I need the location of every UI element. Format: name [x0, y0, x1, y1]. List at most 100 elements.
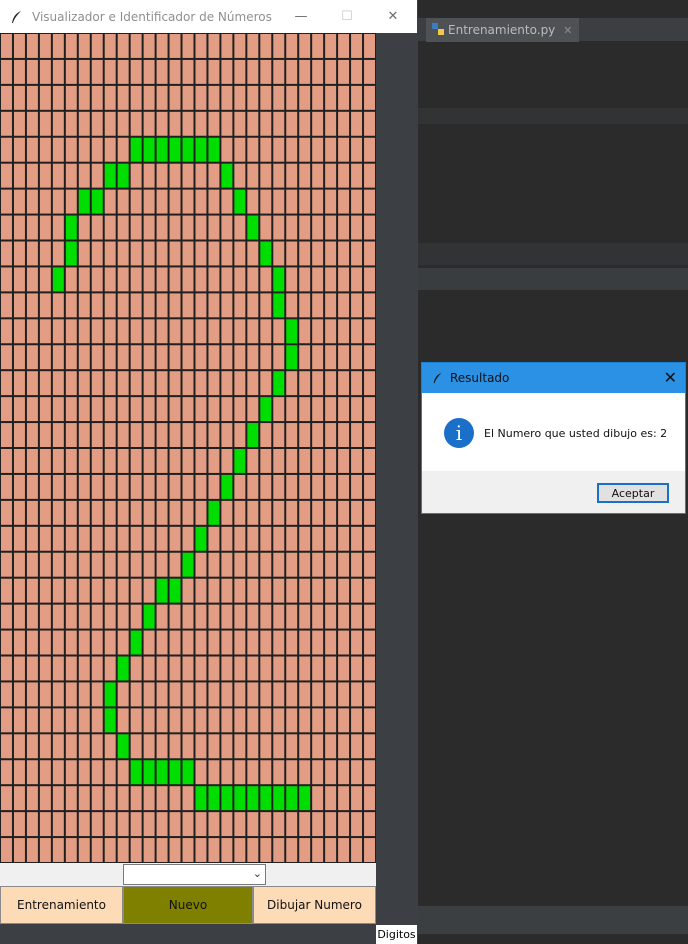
grid-cell[interactable] [247, 526, 259, 551]
grid-cell[interactable] [260, 552, 272, 577]
grid-cell[interactable] [247, 163, 259, 188]
drawing-grid[interactable] [0, 33, 376, 863]
grid-cell[interactable] [39, 345, 51, 370]
grid-cell[interactable] [234, 760, 246, 785]
grid-cell[interactable] [338, 526, 350, 551]
grid-cell[interactable] [78, 474, 90, 499]
grid-cell[interactable] [39, 734, 51, 759]
grid-cell[interactable] [130, 734, 142, 759]
grid-cell[interactable] [351, 189, 363, 214]
grid-cell[interactable] [221, 838, 233, 862]
grid-cell[interactable] [104, 604, 116, 629]
grid-cell[interactable] [39, 604, 51, 629]
grid-cell[interactable] [169, 838, 181, 862]
grid-cell[interactable] [299, 838, 311, 862]
grid-cell[interactable] [65, 656, 77, 681]
grid-cell[interactable] [143, 267, 155, 292]
grid-cell[interactable] [273, 552, 285, 577]
grid-cell[interactable] [13, 656, 25, 681]
grid-cell[interactable] [13, 423, 25, 447]
grid-cell[interactable] [195, 604, 207, 629]
grid-cell[interactable] [221, 708, 233, 733]
grid-cell[interactable] [52, 371, 64, 396]
grid-cell[interactable] [234, 604, 246, 629]
grid-cell-on[interactable] [208, 500, 220, 525]
grid-cell[interactable] [286, 423, 298, 447]
grid-cell[interactable] [299, 630, 311, 655]
grid-cell[interactable] [195, 163, 207, 188]
grid-cell[interactable] [351, 137, 363, 162]
grid-cell[interactable] [52, 241, 64, 266]
grid-cell[interactable] [221, 319, 233, 344]
grid-cell[interactable] [130, 786, 142, 811]
grid-cell[interactable] [208, 656, 220, 681]
grid-cell[interactable] [247, 552, 259, 577]
grid-cell[interactable] [39, 500, 51, 525]
grid-cell[interactable] [1, 812, 12, 837]
grid-cell[interactable] [39, 449, 51, 473]
grid-cell[interactable] [182, 371, 194, 396]
grid-cell[interactable] [234, 734, 246, 759]
grid-cell[interactable] [286, 293, 298, 318]
grid-cell[interactable] [182, 163, 194, 188]
grid-cell[interactable] [221, 397, 233, 422]
grid-cell[interactable] [65, 423, 77, 447]
grid-cell[interactable] [117, 345, 129, 370]
grid-cell-on[interactable] [221, 163, 233, 188]
grid-cell[interactable] [208, 760, 220, 785]
grid-cell-on[interactable] [104, 682, 116, 707]
grid-cell[interactable] [338, 215, 350, 240]
grid-cell[interactable] [221, 293, 233, 318]
grid-cell[interactable] [104, 838, 116, 862]
grid-cell-on[interactable] [117, 734, 129, 759]
grid-cell[interactable] [234, 500, 246, 525]
grid-cell[interactable] [247, 500, 259, 525]
grid-cell[interactable] [195, 656, 207, 681]
grid-cell[interactable] [299, 371, 311, 396]
grid-cell[interactable] [299, 163, 311, 188]
grid-cell[interactable] [260, 682, 272, 707]
grid-cell[interactable] [273, 345, 285, 370]
grid-cell[interactable] [247, 449, 259, 473]
grid-cell[interactable] [169, 708, 181, 733]
draw-number-button[interactable]: Dibujar Numero [253, 886, 376, 924]
grid-cell[interactable] [117, 293, 129, 318]
grid-cell[interactable] [208, 682, 220, 707]
grid-cell[interactable] [117, 371, 129, 396]
grid-cell[interactable] [364, 137, 375, 162]
grid-cell[interactable] [351, 682, 363, 707]
grid-cell[interactable] [195, 838, 207, 862]
grid-cell[interactable] [143, 397, 155, 422]
grid-cell[interactable] [143, 656, 155, 681]
grid-cell[interactable] [208, 345, 220, 370]
grid-cell[interactable] [351, 604, 363, 629]
grid-cell[interactable] [195, 345, 207, 370]
grid-cell[interactable] [39, 630, 51, 655]
grid-cell[interactable] [221, 449, 233, 473]
grid-cell[interactable] [13, 526, 25, 551]
grid-cell[interactable] [338, 449, 350, 473]
grid-cell[interactable] [1, 267, 12, 292]
grid-cell[interactable] [13, 812, 25, 837]
grid-cell[interactable] [312, 267, 324, 292]
grid-cell[interactable] [247, 682, 259, 707]
grid-cell[interactable] [91, 838, 103, 862]
grid-cell[interactable] [273, 189, 285, 214]
grid-cell[interactable] [260, 345, 272, 370]
grid-cell[interactable] [117, 838, 129, 862]
grid-cell[interactable] [234, 656, 246, 681]
grid-cell[interactable] [299, 189, 311, 214]
grid-cell[interactable] [104, 319, 116, 344]
grid-cell[interactable] [338, 345, 350, 370]
grid-cell[interactable] [117, 59, 129, 84]
grid-cell[interactable] [143, 500, 155, 525]
grid-cell[interactable] [351, 630, 363, 655]
grid-cell[interactable] [104, 656, 116, 681]
grid-cell[interactable] [1, 604, 12, 629]
grid-cell[interactable] [91, 241, 103, 266]
grid-cell[interactable] [78, 734, 90, 759]
grid-cell[interactable] [221, 604, 233, 629]
grid-cell-on[interactable] [195, 137, 207, 162]
grid-cell[interactable] [286, 241, 298, 266]
grid-cell[interactable] [195, 397, 207, 422]
